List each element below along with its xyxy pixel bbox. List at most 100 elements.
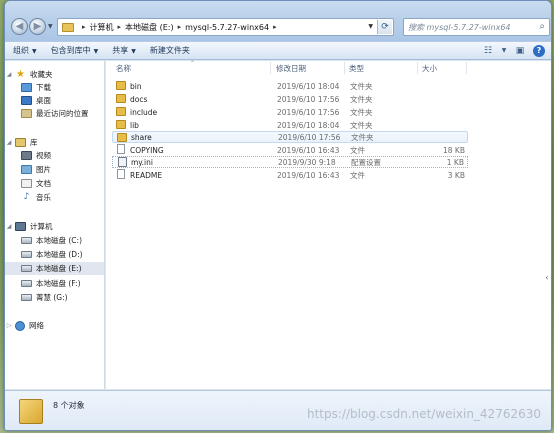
config-file-icon (118, 157, 127, 167)
file-row-lib[interactable]: lib 2019/6/10 18:04 文件夹 (112, 119, 468, 131)
chevron-right-icon[interactable]: ▸ (82, 23, 86, 31)
nav-favorites[interactable]: ◢ ★ 收藏夹 (5, 68, 104, 81)
nav-drive-g-label: 菁慧 (G:) (36, 293, 68, 302)
file-type: 文件夹 (351, 132, 374, 142)
nav-libraries[interactable]: ◢ 库 (5, 136, 104, 149)
file-row-include[interactable]: include 2019/6/10 17:56 文件夹 (112, 106, 468, 118)
caret-down-icon: ▼ (32, 48, 37, 55)
include-in-library-button[interactable]: 包含到库中 ▼ (51, 45, 99, 56)
file-row-docs[interactable]: docs 2019/6/10 17:56 文件夹 (112, 93, 468, 105)
column-date[interactable]: 修改日期 (276, 63, 306, 74)
sort-indicator-icon: ⌃ (190, 60, 196, 67)
column-type[interactable]: 类型 (349, 63, 364, 74)
file-date: 2019/6/10 17:56 (278, 132, 341, 142)
folder-icon (116, 94, 126, 103)
chevron-right-icon[interactable]: ▸ (178, 23, 182, 31)
scroll-left-chevron-icon[interactable]: ‹ (543, 269, 551, 285)
file-icon (117, 144, 125, 154)
downloads-icon (21, 83, 32, 92)
nav-drive-g[interactable]: 菁慧 (G:) (5, 291, 104, 304)
expand-icon[interactable]: ◢ (5, 71, 13, 78)
column-size[interactable]: 大小 (422, 63, 437, 74)
help-icon[interactable]: ? (533, 44, 545, 57)
nav-drive-d-label: 本地磁盘 (D:) (36, 250, 83, 259)
expand-icon[interactable]: ▷ (5, 322, 13, 329)
address-bar[interactable]: ▸ 计算机 ▸ 本地磁盘 (E:) ▸ mysql-5.7.27-winx64 … (57, 18, 394, 36)
view-options-icon[interactable]: ☷ (481, 44, 495, 57)
chevron-right-icon[interactable]: ▸ (118, 23, 122, 31)
file-date: 2019/6/10 18:04 (277, 81, 340, 91)
drive-icon (21, 294, 32, 301)
nav-network[interactable]: ▷ 网络 (5, 319, 104, 332)
recent-pages-dropdown-icon[interactable]: ▼ (48, 23, 53, 30)
file-row-my-ini[interactable]: my.ini 2019/9/30 9:18 配置设置 1 KB (112, 156, 468, 168)
file-row-share[interactable]: share 2019/6/10 17:56 文件夹 (112, 131, 468, 143)
nav-recent[interactable]: 最近访问的位置 (5, 107, 104, 120)
file-name: bin (130, 81, 142, 91)
nav-network-label: 网络 (29, 321, 44, 330)
column-divider[interactable] (270, 62, 271, 74)
view-dropdown-icon[interactable]: ▼ (501, 44, 507, 57)
column-name[interactable]: 名称 (116, 63, 131, 74)
file-row-readme[interactable]: README 2019/6/10 16:43 文件 3 KB (112, 169, 468, 181)
details-pane: 8 个对象 https://blog.csdn.net/weixin_42762… (5, 390, 551, 430)
folder-icon (116, 120, 126, 129)
drive-icon (21, 265, 32, 272)
file-row-copying[interactable]: COPYING 2019/6/10 16:43 文件 18 KB (112, 144, 468, 156)
search-icon[interactable]: ⌕ (539, 21, 545, 32)
column-divider[interactable] (417, 62, 418, 74)
caret-down-icon: ▼ (131, 48, 136, 55)
chevron-right-icon[interactable]: ▸ (273, 23, 277, 31)
nav-recent-label: 最近访问的位置 (36, 109, 89, 118)
command-bar: 组织 ▼ 包含到库中 ▼ 共享 ▼ 新建文件夹 ☷ ▼ ▣ ? (5, 41, 551, 60)
nav-pictures[interactable]: 图片 (5, 163, 104, 176)
nav-drive-c[interactable]: 本地磁盘 (C:) (5, 234, 104, 247)
expand-icon[interactable]: ◢ (5, 223, 13, 230)
preview-pane-icon[interactable]: ▣ (513, 44, 527, 57)
organize-button[interactable]: 组织 ▼ (13, 45, 37, 56)
nav-favorites-label: 收藏夹 (30, 70, 53, 79)
nav-desktop[interactable]: 桌面 (5, 94, 104, 107)
search-input[interactable]: 搜索 mysql-5.7.27-winx64 ⌕ (403, 18, 550, 36)
share-button[interactable]: 共享 ▼ (112, 45, 136, 56)
back-arrow-icon: ◀ (15, 20, 24, 32)
file-type: 文件夹 (350, 120, 373, 130)
file-date: 2019/6/10 17:56 (277, 94, 340, 104)
file-size: 18 KB (443, 145, 465, 155)
new-folder-button[interactable]: 新建文件夹 (150, 45, 190, 56)
forward-arrow-icon: ▶ (33, 20, 42, 32)
breadcrumb-computer[interactable]: 计算机 (90, 22, 114, 33)
nav-videos[interactable]: 视频 (5, 149, 104, 162)
drive-icon (21, 251, 32, 258)
file-row-bin[interactable]: bin 2019/6/10 18:04 文件夹 (112, 80, 468, 92)
file-size: 1 KB (446, 157, 464, 167)
file-date: 2019/6/10 17:56 (277, 107, 340, 117)
include-in-library-label: 包含到库中 (50, 46, 91, 55)
refresh-button[interactable]: ⟳ (377, 20, 392, 34)
breadcrumb-drive-e[interactable]: 本地磁盘 (E:) (125, 22, 174, 33)
file-name: lib (130, 120, 139, 130)
nav-drive-e-label: 本地磁盘 (E:) (36, 264, 82, 273)
forward-button[interactable]: ▶ (29, 18, 46, 35)
file-name: my.ini (131, 157, 153, 167)
expand-icon[interactable]: ◢ (5, 139, 13, 146)
nav-music[interactable]: ♪ 音乐 (5, 191, 104, 204)
organize-label: 组织 (13, 46, 29, 55)
column-divider[interactable] (466, 62, 467, 74)
nav-downloads[interactable]: 下载 (5, 81, 104, 94)
address-dropdown-icon[interactable]: ▼ (368, 23, 373, 30)
back-button[interactable]: ◀ (11, 18, 28, 35)
video-icon (21, 151, 32, 160)
nav-drive-e[interactable]: 本地磁盘 (E:) (5, 262, 104, 275)
nav-drive-f[interactable]: 本地磁盘 (F:) (5, 277, 104, 290)
file-size: 3 KB (447, 170, 465, 180)
nav-desktop-label: 桌面 (36, 96, 51, 105)
computer-icon (15, 222, 26, 231)
column-divider[interactable] (344, 62, 345, 74)
breadcrumb-mysql-folder[interactable]: mysql-5.7.27-winx64 (185, 23, 269, 32)
library-icon (15, 138, 26, 147)
nav-computer[interactable]: ◢ 计算机 (5, 220, 104, 233)
nav-drive-d[interactable]: 本地磁盘 (D:) (5, 248, 104, 261)
desktop-icon (21, 96, 32, 105)
nav-documents[interactable]: 文档 (5, 177, 104, 190)
